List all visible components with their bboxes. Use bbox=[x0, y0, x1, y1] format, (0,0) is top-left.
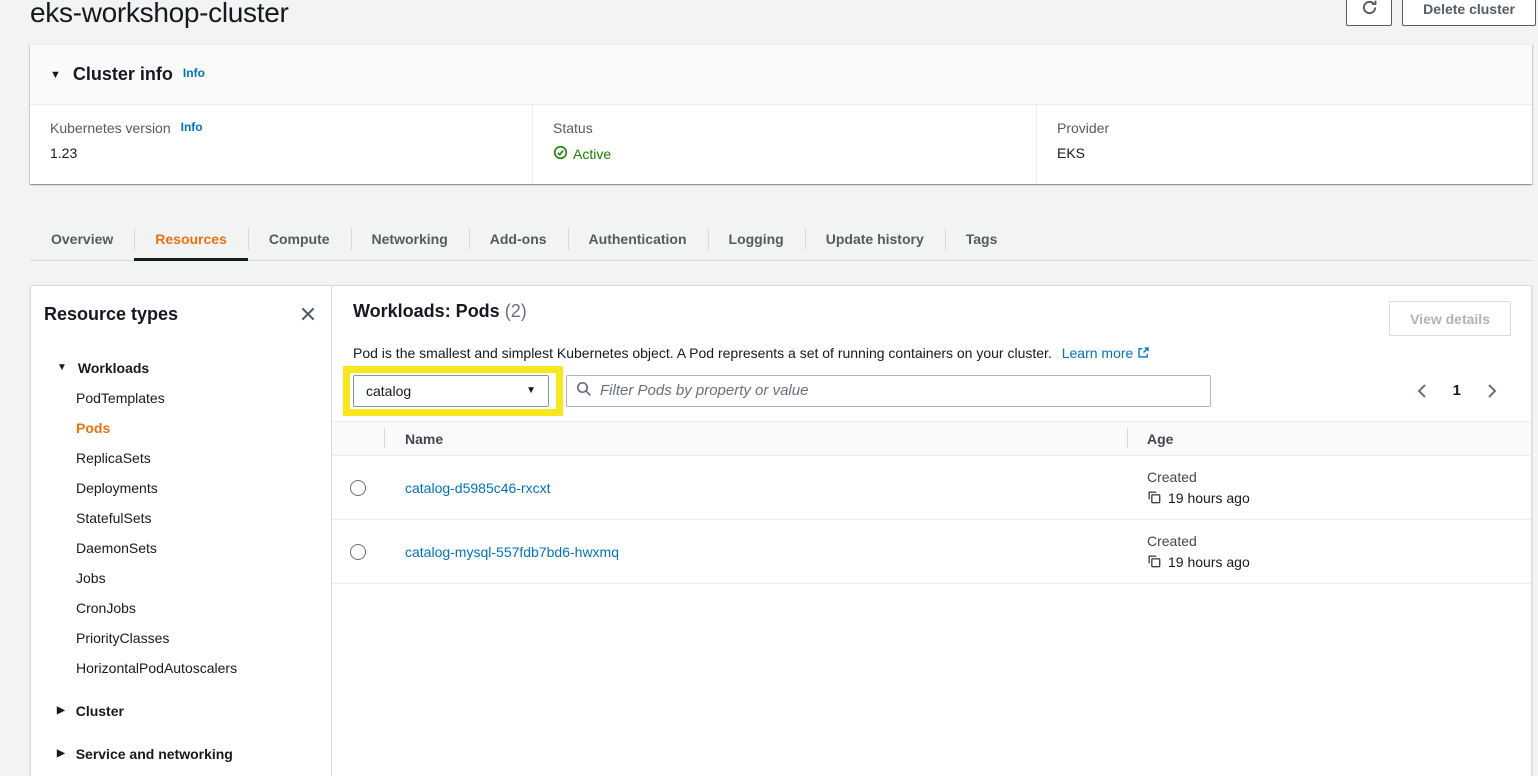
sidebar-item-priorityclasses[interactable]: PriorityClasses bbox=[31, 623, 331, 653]
pods-table-header: Name Age bbox=[332, 421, 1531, 456]
kubernetes-version-field: Kubernetes version Info 1.23 bbox=[30, 105, 533, 184]
cluster-tabs: Overview Resources Compute Networking Ad… bbox=[30, 217, 1532, 261]
sidebar-item-podtemplates[interactable]: PodTemplates bbox=[31, 383, 331, 413]
sidebar-item-pods[interactable]: Pods bbox=[31, 413, 331, 443]
pod-filter-dropdown-value: catalog bbox=[366, 383, 411, 399]
sidebar-item-statefulsets[interactable]: StatefulSets bbox=[31, 503, 331, 533]
refresh-button[interactable] bbox=[1346, 0, 1392, 26]
age-status: Created bbox=[1147, 469, 1531, 485]
sidebar-item-daemonsets[interactable]: DaemonSets bbox=[31, 533, 331, 563]
status-field: Status Active bbox=[533, 105, 1037, 184]
row-radio-button[interactable] bbox=[350, 544, 366, 560]
copy-icon[interactable] bbox=[1147, 490, 1161, 507]
table-row: catalog-mysql-557fdb7bd6-hwxmq Created 1… bbox=[332, 520, 1531, 584]
age-value: 19 hours ago bbox=[1168, 554, 1250, 570]
pods-filter-input[interactable] bbox=[600, 382, 1201, 399]
refresh-icon bbox=[1361, 0, 1378, 19]
view-details-button[interactable]: View details bbox=[1389, 301, 1511, 336]
provider-field: Provider EKS bbox=[1037, 105, 1532, 184]
sidebar-item-jobs[interactable]: Jobs bbox=[31, 563, 331, 593]
header-actions: Delete cluster bbox=[1346, 0, 1536, 26]
cluster-info-panel: ▼ Cluster info Info Kubernetes version I… bbox=[30, 44, 1532, 184]
table-row: catalog-d5985c46-rxcxt Created 19 hours … bbox=[332, 456, 1531, 520]
close-icon[interactable] bbox=[297, 303, 319, 325]
next-page-icon[interactable] bbox=[1486, 383, 1498, 399]
cluster-info-body: Kubernetes version Info 1.23 Status Acti… bbox=[30, 105, 1532, 184]
cluster-info-header[interactable]: ▼ Cluster info Info bbox=[30, 45, 1532, 105]
pods-panel-title: Workloads: Pods (2) bbox=[353, 301, 527, 322]
column-header-age[interactable]: Age bbox=[1127, 431, 1531, 447]
status-value: Active bbox=[573, 146, 611, 162]
provider-value: EKS bbox=[1057, 145, 1512, 161]
caret-right-icon: ▶ bbox=[57, 705, 65, 716]
kubernetes-version-label: Kubernetes version bbox=[50, 120, 171, 136]
cluster-info-info-link[interactable]: Info bbox=[183, 66, 205, 80]
collapse-caret-icon: ▼ bbox=[50, 69, 61, 81]
tab-resources[interactable]: Resources bbox=[134, 217, 248, 260]
sidebar-item-deployments[interactable]: Deployments bbox=[31, 473, 331, 503]
sidebar-group-cluster[interactable]: ▶ Cluster bbox=[31, 695, 331, 726]
sidebar-item-replicasets[interactable]: ReplicaSets bbox=[31, 443, 331, 473]
cluster-info-title: Cluster info bbox=[73, 64, 173, 85]
resource-types-title: Resource types bbox=[44, 304, 178, 325]
age-value: 19 hours ago bbox=[1168, 490, 1250, 506]
provider-label: Provider bbox=[1057, 120, 1512, 136]
tab-compute[interactable]: Compute bbox=[248, 217, 351, 260]
row-radio-button[interactable] bbox=[350, 480, 366, 496]
tab-overview[interactable]: Overview bbox=[30, 217, 134, 260]
kubernetes-version-value: 1.23 bbox=[50, 145, 512, 161]
caret-down-icon: ▼ bbox=[57, 362, 67, 373]
sidebar-item-cronjobs[interactable]: CronJobs bbox=[31, 593, 331, 623]
caret-right-icon: ▶ bbox=[57, 748, 65, 759]
sidebar-group-service-and-networking[interactable]: ▶ Service and networking bbox=[31, 738, 331, 769]
pods-filter-input-wrapper bbox=[566, 375, 1211, 407]
pod-filter-dropdown[interactable]: catalog ▼ bbox=[353, 375, 549, 407]
tab-authentication[interactable]: Authentication bbox=[568, 217, 708, 260]
search-icon bbox=[576, 381, 592, 400]
sidebar-group-workloads[interactable]: ▼ Workloads bbox=[31, 352, 331, 383]
caret-down-icon: ▼ bbox=[526, 385, 536, 396]
tab-add-ons[interactable]: Add-ons bbox=[469, 217, 568, 260]
pods-description: Pod is the smallest and simplest Kuberne… bbox=[353, 345, 1511, 361]
pods-count: (2) bbox=[505, 301, 527, 321]
current-page-number[interactable]: 1 bbox=[1453, 382, 1461, 399]
resource-types-tree: ▼ Workloads PodTemplates Pods ReplicaSet… bbox=[31, 352, 331, 769]
learn-more-link[interactable]: Learn more bbox=[1062, 345, 1150, 361]
copy-icon[interactable] bbox=[1147, 554, 1161, 571]
tab-tags[interactable]: Tags bbox=[945, 217, 1019, 260]
previous-page-icon[interactable] bbox=[1416, 383, 1428, 399]
pagination: 1 bbox=[1416, 382, 1511, 399]
column-header-name[interactable]: Name bbox=[384, 431, 1127, 447]
external-link-icon bbox=[1137, 345, 1150, 361]
resource-types-sidebar: Resource types ▼ Workloads PodTemplates … bbox=[31, 286, 332, 776]
tab-networking[interactable]: Networking bbox=[351, 217, 469, 260]
tab-logging[interactable]: Logging bbox=[708, 217, 805, 260]
resources-split-panel: Resource types ▼ Workloads PodTemplates … bbox=[30, 285, 1532, 776]
annotation-highlight-box: catalog ▼ bbox=[343, 366, 563, 416]
page-title: eks-workshop-cluster bbox=[30, 0, 289, 29]
status-active-icon bbox=[553, 145, 568, 163]
age-status: Created bbox=[1147, 533, 1531, 549]
kubernetes-version-info-link[interactable]: Info bbox=[181, 120, 203, 134]
pod-name-link[interactable]: catalog-d5985c46-rxcxt bbox=[405, 480, 551, 496]
pods-panel: Workloads: Pods (2) View details Pod is … bbox=[332, 286, 1531, 776]
delete-cluster-button[interactable]: Delete cluster bbox=[1402, 0, 1536, 26]
tab-update-history[interactable]: Update history bbox=[805, 217, 945, 260]
pod-name-link[interactable]: catalog-mysql-557fdb7bd6-hwxmq bbox=[405, 544, 619, 560]
status-label: Status bbox=[553, 120, 1016, 136]
sidebar-item-horizontalpodautoscalers[interactable]: HorizontalPodAutoscalers bbox=[31, 653, 331, 683]
